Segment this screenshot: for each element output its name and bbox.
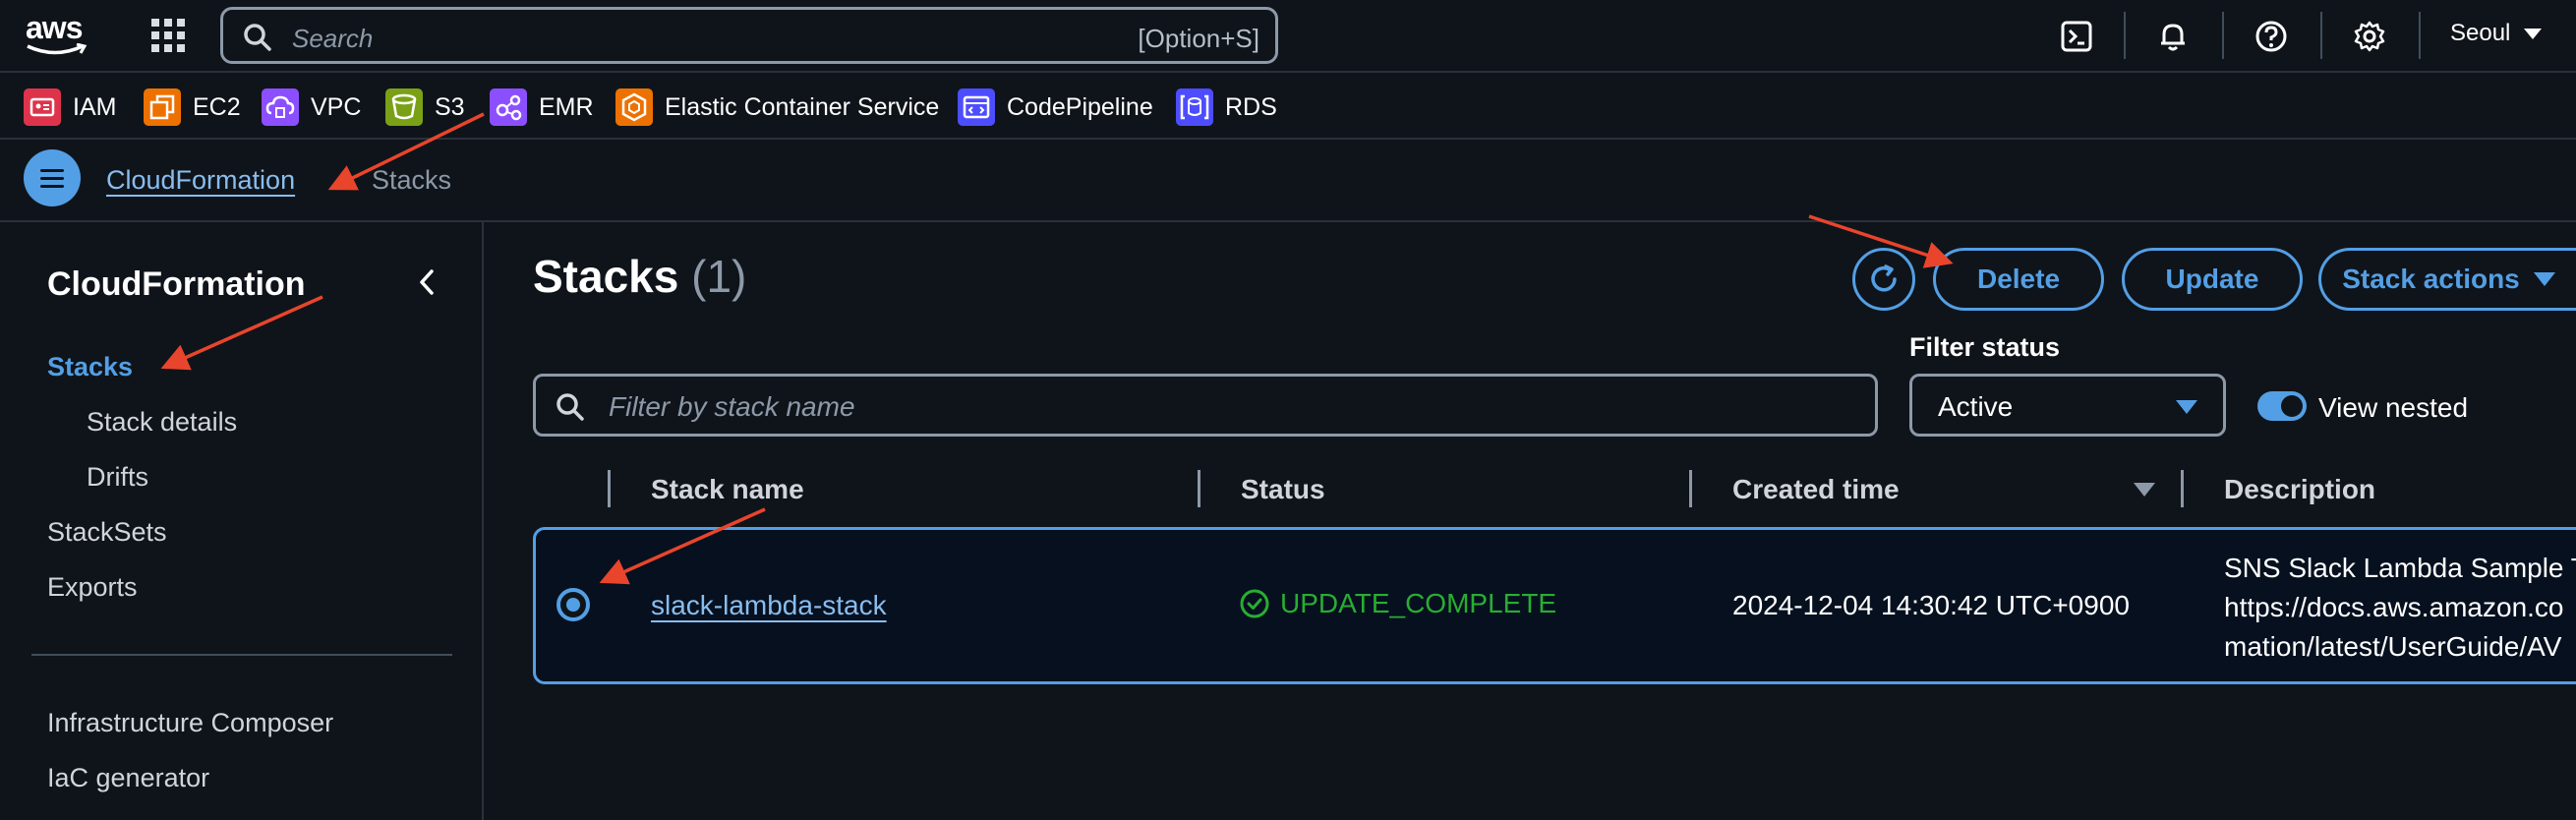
page-title: Stacks (1) [533,250,746,303]
services-grid-icon[interactable] [151,19,185,52]
stack-count: (1) [691,251,747,302]
global-search-input[interactable]: Search [Option+S] [220,7,1278,64]
menu-toggle-button[interactable] [24,149,81,206]
favorite-emr[interactable]: EMR [490,87,594,128]
delete-button[interactable]: Delete [1933,248,2104,311]
row-select-radio[interactable] [556,588,590,621]
sidenav-item-iac-generator[interactable]: IaC generator [47,763,209,793]
sidenav-item-exports[interactable]: Exports [47,572,138,603]
toolbar-divider [2419,12,2421,59]
top-navigation-bar: aws Search [Option+S] Seoul [0,0,2576,73]
vpc-service-icon [262,88,299,126]
search-shortcut: [Option+S] [1138,24,1259,53]
view-nested-toggle[interactable] [2257,391,2307,421]
status-text: UPDATE_COMPLETE [1280,588,1557,618]
column-header-stack-name[interactable]: Stack name [651,474,804,505]
chevron-left-icon [420,269,434,295]
page-title-text: Stacks [533,251,679,302]
toolbar-divider [2320,12,2322,59]
favorite-label: Elastic Container Service [665,92,940,121]
ec2-service-icon [144,88,181,126]
refresh-button[interactable] [1852,248,1915,311]
sidenav-item-drifts[interactable]: Drifts [87,462,148,493]
smile-icon [27,43,88,55]
region-label: Seoul [2450,20,2511,46]
column-header-created-time[interactable]: Created time [1732,474,1900,505]
toolbar-divider [2222,12,2224,59]
search-icon [556,393,584,421]
search-icon [244,24,271,51]
favorite-codepipeline[interactable]: CodePipeline [958,87,1153,128]
description-line: mation/latest/UserGuide/AV [2224,631,2562,662]
sort-descending-icon[interactable] [2134,483,2155,497]
rds-service-icon [1176,88,1213,126]
favorite-label: EMR [539,92,594,121]
collapse-nav-button[interactable] [413,265,442,299]
favorite-rds[interactable]: RDS [1176,87,1277,128]
toolbar-divider [2124,12,2126,59]
sidenav-divider [31,654,452,656]
column-divider[interactable] [2181,470,2184,507]
iam-service-icon [24,88,61,126]
emr-service-icon [490,88,527,126]
filter-placeholder: Filter by stack name [609,391,855,422]
favorite-label: EC2 [193,92,241,121]
column-divider [608,470,611,507]
bell-icon[interactable] [2153,17,2193,56]
column-header-description[interactable]: Description [2224,474,2375,505]
favorite-label: IAM [73,92,117,121]
breadcrumb-cloudformation[interactable]: CloudFormation [106,165,295,196]
aws-logo[interactable]: aws [22,10,90,59]
s3-service-icon [385,88,423,126]
filter-status-label: Filter status [1909,332,2061,362]
stack-actions-button[interactable]: Stack actions [2318,248,2576,311]
favorite-ecs[interactable]: Elastic Container Service [615,87,939,128]
ecs-service-icon [615,88,653,126]
breadcrumb-current: Stacks [372,165,452,195]
codepipeline-service-icon [958,88,995,126]
sidenav-title[interactable]: CloudFormation [47,265,306,304]
favorite-label: RDS [1225,92,1277,121]
region-selector[interactable]: Seoul [2450,20,2543,47]
sidenav-item-infrastructure-composer[interactable]: Infrastructure Composer [47,708,333,738]
favorite-s3[interactable]: S3 [385,87,465,128]
view-nested-label: View nested [2318,392,2469,423]
favorites-bar: IAM EC2 VPC S3 EMR Elastic Container Ser… [0,75,2576,140]
favorite-label: S3 [435,92,465,121]
column-divider[interactable] [1689,470,1692,507]
description-cell: SNS Slack Lambda Sample T https://docs.a… [2224,549,2576,667]
search-placeholder: Search [292,24,374,53]
gear-icon[interactable] [2350,17,2389,56]
caret-down-icon [2176,400,2197,414]
update-button[interactable]: Update [2122,248,2303,311]
filter-status-select[interactable]: Active [1909,374,2226,437]
column-header-status[interactable]: Status [1241,474,1325,505]
description-line: https://docs.aws.amazon.co [2224,592,2564,622]
created-time-value: 2024-12-04 14:30:42 UTC+0900 [1732,590,2130,620]
favorite-label: VPC [311,92,362,121]
update-button-label: Update [2165,264,2259,294]
column-divider[interactable] [1198,470,1200,507]
cloudshell-icon[interactable] [2057,17,2096,56]
sidenav-item-stacks[interactable]: Stacks [47,352,133,382]
help-icon[interactable] [2252,17,2291,56]
sidenav-item-stack-details[interactable]: Stack details [87,407,237,438]
favorite-ec2[interactable]: EC2 [144,87,241,128]
aws-logo-text: aws [26,10,83,45]
refresh-icon [1871,264,1897,292]
favorite-label: CodePipeline [1007,92,1153,121]
description-line: SNS Slack Lambda Sample T [2224,553,2576,583]
chevron-down-icon [2524,29,2543,40]
stack-actions-label: Stack actions [2342,264,2520,294]
filter-status-value: Active [1938,391,2014,422]
check-circle-icon [1240,589,1269,618]
delete-button-label: Delete [1976,264,2061,294]
favorite-iam[interactable]: IAM [24,87,116,128]
sidenav-item-stacksets[interactable]: StackSets [47,517,167,548]
status-badge: UPDATE_COMPLETE [1239,588,1556,619]
caret-down-icon [2533,272,2555,286]
favorite-vpc[interactable]: VPC [262,87,361,128]
stack-name-filter-input[interactable]: Filter by stack name [533,374,1878,437]
stack-name-link[interactable]: slack-lambda-stack [651,590,887,621]
